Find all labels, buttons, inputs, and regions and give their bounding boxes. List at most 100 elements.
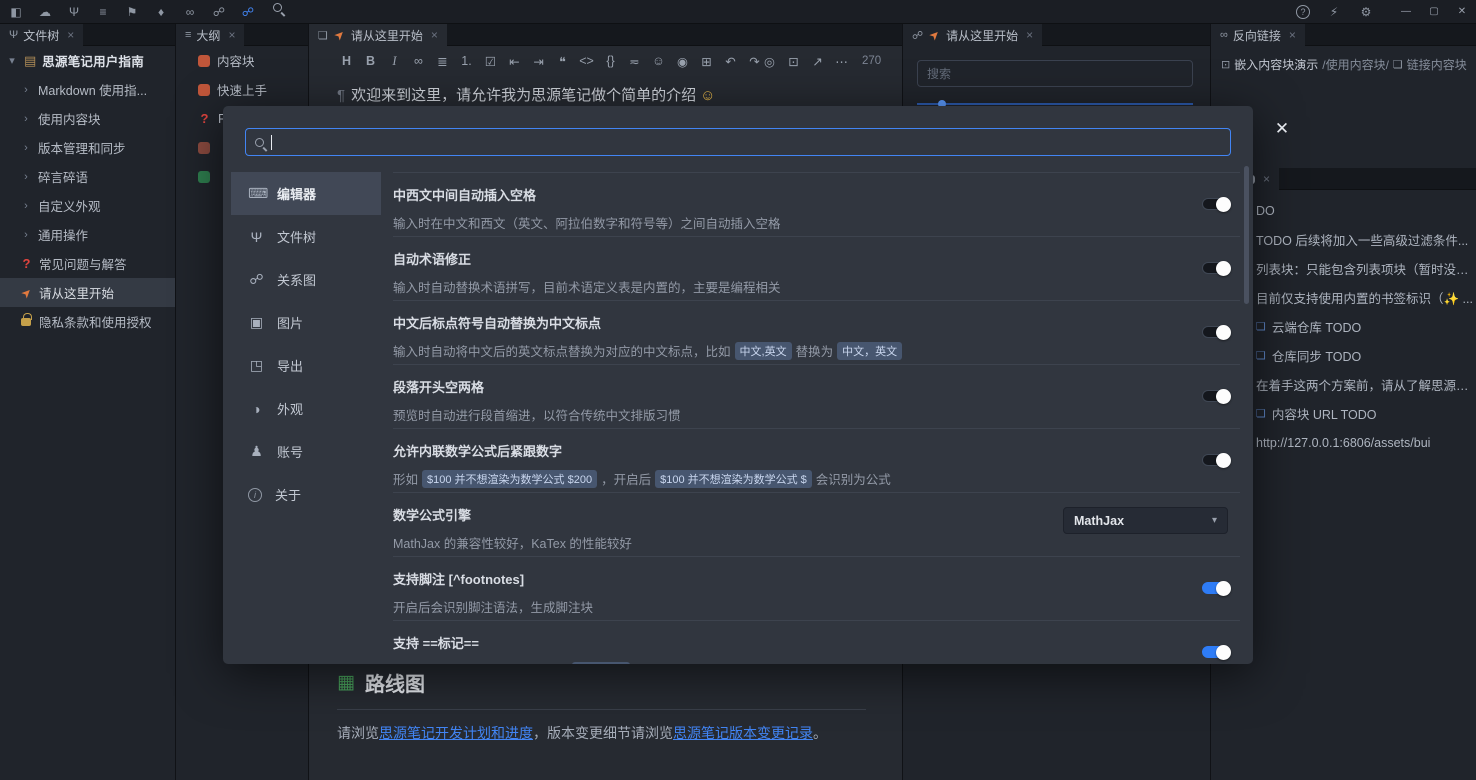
- undo-icon[interactable]: ↶: [723, 54, 738, 69]
- indent-icon[interactable]: ⇥: [531, 54, 546, 69]
- roadmap-link[interactable]: 思源笔记开发计划和进度: [379, 725, 533, 741]
- search-icon[interactable]: [269, 0, 285, 26]
- filetree-item[interactable]: ›版本管理和同步: [0, 133, 175, 162]
- chevron-icon[interactable]: ›: [20, 113, 32, 125]
- file-tree-tabbar: Ψ 文件树 ×: [0, 24, 175, 46]
- feedback-icon[interactable]: ⚡: [1326, 0, 1342, 24]
- tab-label: 大纲: [196, 27, 220, 44]
- filetree-item[interactable]: 隐私条款和使用授权: [0, 307, 175, 336]
- dock-panel-icon[interactable]: ◧: [8, 0, 24, 24]
- filetree-item[interactable]: ›通用操作: [0, 220, 175, 249]
- link-icon[interactable]: ∞: [411, 54, 426, 68]
- settings-menu-item[interactable]: ♟账号: [231, 430, 381, 473]
- tab-document[interactable]: ❏ ➤ 请从这里开始 ×: [309, 24, 447, 46]
- filetree-item[interactable]: ›Markdown 使用指...: [0, 75, 175, 104]
- settings-search-box[interactable]: [245, 128, 1231, 156]
- filetree-item[interactable]: ›碎言碎语: [0, 162, 175, 191]
- task-list-icon[interactable]: ☑: [483, 54, 498, 69]
- dialog-scrollbar[interactable]: [1244, 166, 1249, 304]
- settings-icon[interactable]: ⚙: [1358, 0, 1374, 24]
- backlink-breadcrumb[interactable]: ⊡嵌入内容块演示 /使用内容块/❏链接内容块: [1221, 56, 1474, 73]
- math-engine-select[interactable]: MathJax▾: [1063, 507, 1228, 534]
- document-icon: ❏: [1256, 349, 1266, 362]
- close-icon[interactable]: ×: [1263, 172, 1270, 186]
- tab-file-tree[interactable]: Ψ 文件树 ×: [0, 24, 83, 46]
- export-icon[interactable]: ⊡: [786, 54, 801, 69]
- roadmap-text: 。: [813, 725, 827, 741]
- close-icon[interactable]: ×: [1026, 28, 1033, 42]
- fullscreen-icon[interactable]: ↗: [810, 54, 825, 69]
- filetree-item[interactable]: ›自定义外观: [0, 191, 175, 220]
- toggle-switch[interactable]: [1202, 390, 1230, 402]
- settings-row-title: 支持 ==标记==: [393, 633, 1240, 652]
- settings-menu-selected[interactable]: ⌨编辑器: [231, 172, 381, 215]
- settings-menu-item[interactable]: ▣图片: [231, 301, 381, 344]
- outdent-icon[interactable]: ⇤: [507, 54, 522, 69]
- toggle-switch[interactable]: [1202, 582, 1230, 594]
- file-tree-icon[interactable]: Ψ: [66, 0, 82, 24]
- close-icon[interactable]: ×: [431, 28, 438, 42]
- chevron-icon[interactable]: ›: [20, 142, 32, 154]
- filetree-item[interactable]: ›使用内容块: [0, 104, 175, 133]
- more-icon[interactable]: ⋯: [834, 54, 849, 69]
- table-icon[interactable]: ⊞: [699, 54, 714, 69]
- link-ref-icon[interactable]: ∞: [182, 0, 198, 24]
- tab-outline[interactable]: ≡ 大纲 ×: [176, 24, 244, 46]
- close-icon[interactable]: ×: [67, 28, 74, 42]
- editor-paragraph[interactable]: ¶欢迎来到这里，请允许我为思源笔记做个简单的介绍☺: [337, 84, 715, 105]
- settings-menu-item[interactable]: ◑外观: [231, 387, 381, 430]
- chevron-icon[interactable]: ▾: [6, 54, 18, 67]
- heading-icon[interactable]: H: [339, 54, 354, 68]
- settings-menu-item[interactable]: i关于: [231, 473, 381, 516]
- toggle-switch[interactable]: [1202, 198, 1230, 210]
- close-button[interactable]: ✕: [1448, 0, 1476, 24]
- tab-graph-doc[interactable]: ☍ ➤ 请从这里开始 ×: [903, 24, 1042, 46]
- chevron-icon[interactable]: ›: [20, 171, 32, 183]
- redo-icon[interactable]: ↷: [747, 54, 762, 69]
- toggle-switch[interactable]: [1202, 646, 1230, 658]
- emoji-icon[interactable]: ☺: [651, 54, 666, 68]
- outline-item[interactable]: 内容块: [176, 46, 308, 75]
- toggle-switch[interactable]: [1202, 454, 1230, 466]
- settings-row: 支持 ==标记==开启后会识别标记语法，可以用 ==标记== 对标记文本进行高亮: [393, 621, 1240, 664]
- roadmap-link[interactable]: 思源笔记版本变更记录: [673, 725, 813, 741]
- bullet-list-icon[interactable]: ≣: [435, 54, 450, 69]
- toggle-switch[interactable]: [1202, 326, 1230, 338]
- global-graph-icon[interactable]: ☍: [240, 0, 256, 24]
- close-icon[interactable]: ×: [1289, 28, 1296, 42]
- clear-format-icon[interactable]: ≂: [627, 54, 642, 69]
- outline-item[interactable]: 快速上手: [176, 75, 308, 104]
- maximize-button[interactable]: ▢: [1420, 0, 1448, 24]
- toggle-switch[interactable]: [1202, 262, 1230, 274]
- inline-code-icon[interactable]: <>: [579, 54, 594, 68]
- settings-menu-item[interactable]: ◳导出: [231, 344, 381, 387]
- tag-icon[interactable]: ♦: [153, 0, 169, 24]
- chevron-icon[interactable]: ›: [20, 84, 32, 96]
- graph-slider[interactable]: [917, 103, 1193, 105]
- italic-icon[interactable]: I: [387, 54, 402, 69]
- help-icon[interactable]: ?: [1296, 5, 1310, 19]
- filetree-item[interactable]: ➤请从这里开始: [0, 278, 175, 307]
- minimize-button[interactable]: —: [1392, 0, 1420, 24]
- quote-icon[interactable]: ❝: [555, 54, 570, 69]
- settings-menu-item[interactable]: ☍关系图: [231, 258, 381, 301]
- bold-icon[interactable]: B: [363, 54, 378, 68]
- ordered-list-icon[interactable]: 1.: [459, 54, 474, 68]
- filetree-item[interactable]: ?常见问题与解答: [0, 249, 175, 278]
- record-icon[interactable]: ◉: [675, 54, 690, 69]
- tab-backlinks[interactable]: ∞ 反向链接 ×: [1211, 24, 1305, 46]
- graph-search-input[interactable]: [917, 60, 1193, 87]
- code-block-icon[interactable]: {}: [603, 54, 618, 68]
- bookmark-icon[interactable]: ⚑: [124, 0, 140, 24]
- filetree-notebook[interactable]: ▾▤思源笔记用户指南: [0, 46, 175, 75]
- graph-icon[interactable]: ☍: [211, 0, 227, 24]
- outline-list-icon[interactable]: ≡: [95, 0, 111, 24]
- settings-menu-item[interactable]: Ψ文件树: [231, 215, 381, 258]
- close-icon[interactable]: ×: [228, 28, 235, 42]
- chevron-icon[interactable]: ›: [20, 229, 32, 241]
- cloud-sync-icon[interactable]: ☁: [37, 0, 53, 24]
- chevron-icon[interactable]: ›: [20, 200, 32, 212]
- dialog-close-icon[interactable]: ✕: [1272, 119, 1292, 139]
- preview-icon[interactable]: ◎: [762, 54, 777, 69]
- settings-search-input[interactable]: [279, 134, 1221, 151]
